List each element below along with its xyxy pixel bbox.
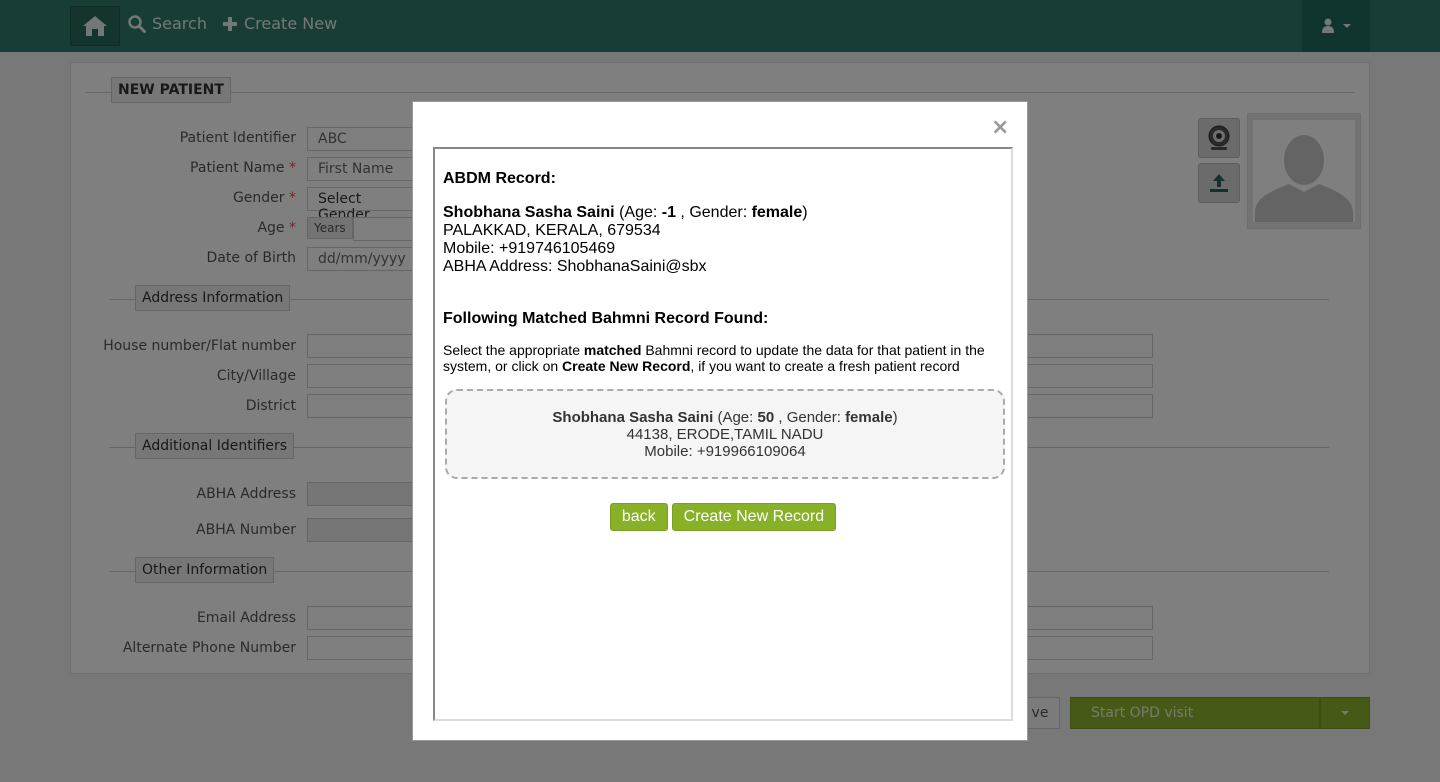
- abdm-patient-gender: female: [751, 204, 803, 221]
- matched-patient-mobile: Mobile: +919966109064: [644, 443, 806, 460]
- matched-patient-name: Shobhana Sasha Saini: [552, 409, 714, 426]
- close-icon[interactable]: ×: [991, 116, 1009, 140]
- create-new-record-button[interactable]: Create New Record: [671, 503, 837, 531]
- abdm-match-dialog: × ABDM Record: Shobhana Sasha Saini (Age…: [412, 101, 1028, 741]
- matched-record-summary: Shobhana Sasha Saini (Age: 50 , Gender: …: [552, 409, 898, 426]
- dialog-action-buttons: back Create New Record: [443, 503, 1003, 531]
- matched-patient-gender: female: [845, 409, 893, 426]
- abdm-record-heading: ABDM Record:: [443, 170, 556, 187]
- abdm-patient-address: PALAKKAD, KERALA, 679534: [443, 222, 661, 239]
- matched-bahmni-record-card[interactable]: Shobhana Sasha Saini (Age: 50 , Gender: …: [445, 389, 1005, 479]
- record-match-frame: ABDM Record: Shobhana Sasha Saini (Age: …: [433, 147, 1013, 721]
- abdm-patient-abha-address: ABHA Address: ShobhanaSaini@sbx: [443, 258, 707, 275]
- matched-record-heading: Following Matched Bahmni Record Found:: [443, 310, 769, 327]
- abdm-record-summary: Shobhana Sasha Saini (Age: -1 , Gender: …: [443, 204, 808, 221]
- abdm-patient-age: -1: [661, 204, 676, 221]
- abdm-patient-name: Shobhana Sasha Saini: [443, 204, 615, 221]
- abdm-patient-mobile: Mobile: +919746105469: [443, 240, 616, 257]
- matched-patient-age: 50: [757, 409, 775, 426]
- matched-patient-address: 44138, ERODE,TAMIL NADU: [626, 426, 824, 443]
- match-instruction-text: Select the appropriate matched Bahmni re…: [443, 342, 985, 374]
- back-button[interactable]: back: [609, 503, 668, 531]
